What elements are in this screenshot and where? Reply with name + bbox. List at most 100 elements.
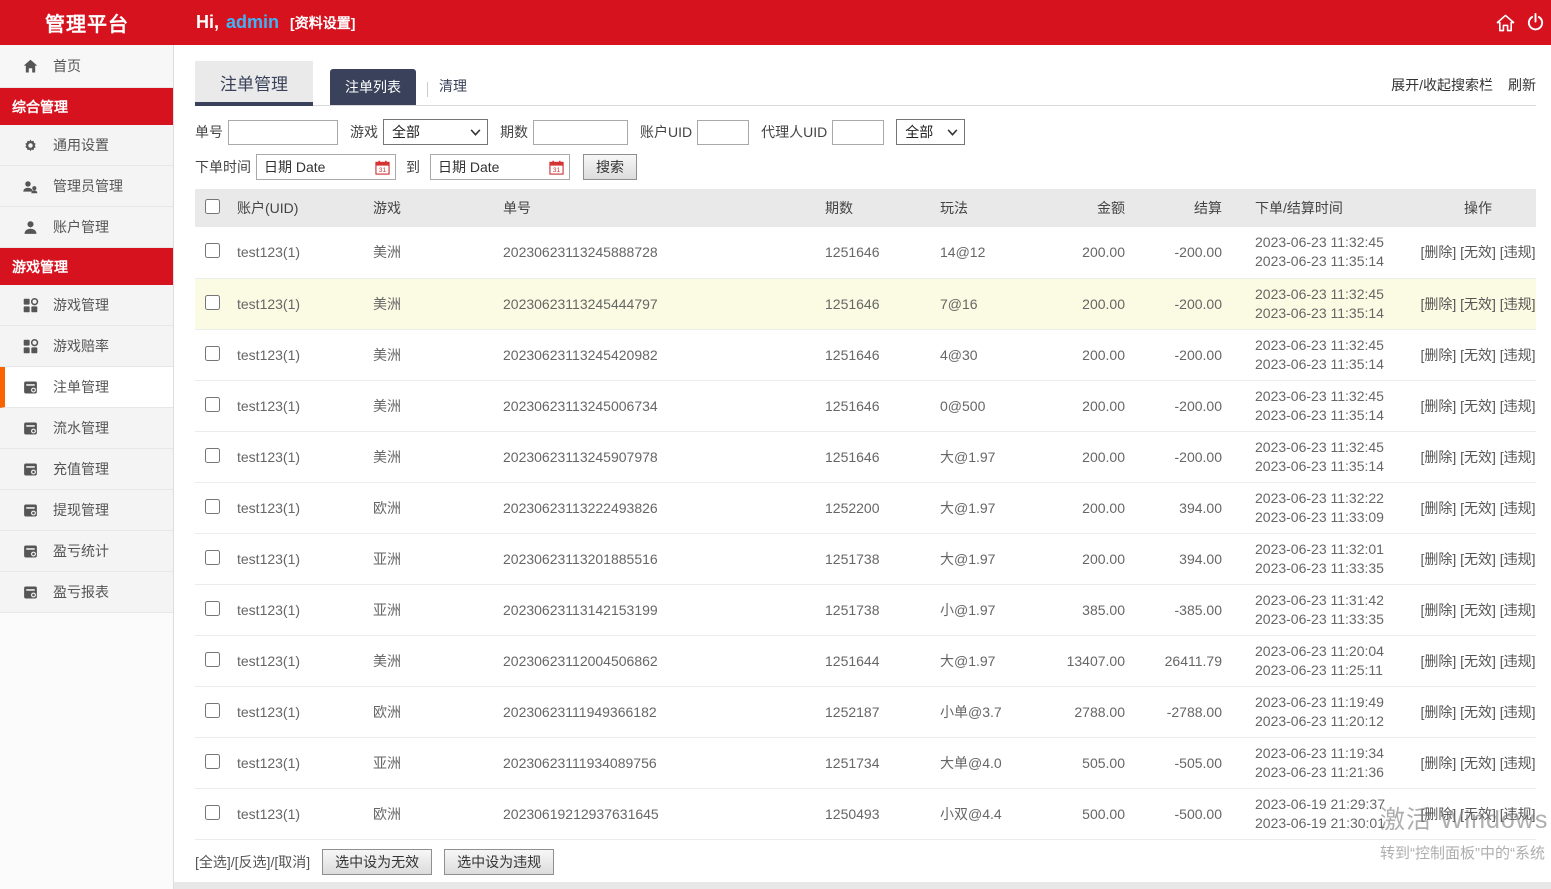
chevron-down-icon	[470, 129, 481, 136]
delete-action-link[interactable]: [删除]	[1420, 244, 1456, 260]
sidebar-item[interactable]: 账户管理	[0, 207, 173, 248]
account-uid-input[interactable]	[697, 120, 749, 145]
row-checkbox[interactable]	[205, 601, 220, 616]
violation-action-link[interactable]: [违规]	[1500, 806, 1536, 822]
sidebar-item[interactable]: 游戏赔率	[0, 326, 173, 367]
row-checkbox[interactable]	[205, 550, 220, 565]
sidebar-item[interactable]: 注单管理	[0, 367, 173, 408]
row-checkbox[interactable]	[205, 397, 220, 412]
actions-cell: [删除] [无效] [违规]	[1420, 431, 1536, 482]
invalid-action-link[interactable]: [无效]	[1460, 244, 1496, 260]
violation-action-link[interactable]: [违规]	[1500, 704, 1536, 720]
sidebar-item[interactable]: 充值管理	[0, 449, 173, 490]
row-checkbox[interactable]	[205, 448, 220, 463]
sidebar-item[interactable]: 提现管理	[0, 490, 173, 531]
ledger-icon	[22, 584, 39, 601]
order-number-cell: 20230623113245444797	[498, 278, 820, 329]
invalid-action-link[interactable]: [无效]	[1460, 296, 1496, 312]
row-checkbox[interactable]	[205, 243, 220, 258]
delete-action-link[interactable]: [删除]	[1420, 551, 1456, 567]
sidebar-section-label: 游戏管理	[12, 257, 68, 277]
period-cell: 1251646	[820, 431, 930, 482]
sidebar-item[interactable]: 首页	[0, 45, 173, 88]
violation-action-link[interactable]: [违规]	[1500, 602, 1536, 618]
sidebar-item[interactable]: 通用设置	[0, 125, 173, 166]
order-number-input[interactable]	[228, 120, 338, 145]
set-violation-button[interactable]: 选中设为违规	[444, 849, 554, 875]
refresh-link[interactable]: 刷新	[1508, 75, 1536, 95]
invalid-action-link[interactable]: [无效]	[1460, 347, 1496, 363]
row-checkbox[interactable]	[205, 499, 220, 514]
date-from-input[interactable]: 日期 Date 31	[256, 154, 396, 180]
row-checkbox[interactable]	[205, 295, 220, 310]
settle-time: 2023-06-23 11:35:14	[1255, 457, 1420, 476]
order-time: 2023-06-23 11:32:45	[1255, 438, 1420, 457]
period-cell: 1251646	[820, 227, 930, 278]
sidebar-item[interactable]: 盈亏报表	[0, 572, 173, 613]
delete-action-link[interactable]: [删除]	[1420, 602, 1456, 618]
invalid-action-link[interactable]: [无效]	[1460, 653, 1496, 669]
violation-action-link[interactable]: [违规]	[1500, 653, 1536, 669]
delete-action-link[interactable]: [删除]	[1420, 500, 1456, 516]
violation-action-link[interactable]: [违规]	[1500, 244, 1536, 260]
sidebar-item[interactable]: 流水管理	[0, 408, 173, 449]
agent-uid-label: 代理人UID	[761, 122, 827, 142]
violation-action-link[interactable]: [违规]	[1500, 755, 1536, 771]
toggle-search-link[interactable]: 展开/收起搜索栏	[1391, 75, 1493, 95]
row-checkbox[interactable]	[205, 754, 220, 769]
violation-action-link[interactable]: [违规]	[1500, 500, 1536, 516]
tab-clean[interactable]: 清理	[439, 76, 467, 105]
game-select[interactable]: 全部	[383, 119, 488, 145]
invalid-action-link[interactable]: [无效]	[1460, 704, 1496, 720]
account-cell: test123(1)	[230, 329, 368, 380]
row-checkbox[interactable]	[205, 652, 220, 667]
sidebar-item[interactable]: 游戏管理	[0, 285, 173, 326]
delete-action-link[interactable]: [删除]	[1420, 347, 1456, 363]
home-icon[interactable]	[1496, 14, 1515, 32]
tab-order-list[interactable]: 注单列表	[330, 69, 416, 105]
sidebar-item[interactable]: 管理员管理	[0, 166, 173, 207]
invalid-action-link[interactable]: [无效]	[1460, 755, 1496, 771]
violation-action-link[interactable]: [违规]	[1500, 449, 1536, 465]
power-logout-icon[interactable]	[1526, 13, 1545, 32]
delete-action-link[interactable]: [删除]	[1420, 755, 1456, 771]
order-number-cell: 20230623113245006734	[498, 380, 820, 431]
sidebar-item-label: 注单管理	[53, 377, 109, 397]
sidebar-item[interactable]: 盈亏统计	[0, 531, 173, 572]
account-uid-label: 账户UID	[640, 122, 692, 142]
select-all-checkbox[interactable]	[205, 199, 220, 214]
invalid-action-link[interactable]: [无效]	[1460, 806, 1496, 822]
delete-action-link[interactable]: [删除]	[1420, 653, 1456, 669]
violation-action-link[interactable]: [违规]	[1500, 398, 1536, 414]
delete-action-link[interactable]: [删除]	[1420, 806, 1456, 822]
account-cell: test123(1)	[230, 533, 368, 584]
delete-action-link[interactable]: [删除]	[1420, 704, 1456, 720]
order-time: 2023-06-23 11:19:34	[1255, 744, 1420, 763]
invalid-action-link[interactable]: [无效]	[1460, 398, 1496, 414]
period-cell: 1251646	[820, 380, 930, 431]
violation-action-link[interactable]: [违规]	[1500, 296, 1536, 312]
row-checkbox[interactable]	[205, 703, 220, 718]
col-settle: 结算	[1125, 189, 1222, 227]
invalid-action-link[interactable]: [无效]	[1460, 449, 1496, 465]
agent-uid-input[interactable]	[832, 120, 884, 145]
search-button[interactable]: 搜索	[583, 154, 637, 180]
settle-cell: -2788.00	[1125, 686, 1222, 737]
set-invalid-button[interactable]: 选中设为无效	[322, 849, 432, 875]
period-input[interactable]	[533, 120, 628, 145]
violation-action-link[interactable]: [违规]	[1500, 551, 1536, 567]
invalid-action-link[interactable]: [无效]	[1460, 551, 1496, 567]
row-checkbox[interactable]	[205, 805, 220, 820]
invalid-action-link[interactable]: [无效]	[1460, 602, 1496, 618]
status-select[interactable]: 全部	[896, 119, 965, 145]
select-all-invert-cancel-links[interactable]: [全选]/[反选]/[取消]	[195, 852, 310, 872]
delete-action-link[interactable]: [删除]	[1420, 296, 1456, 312]
violation-action-link[interactable]: [违规]	[1500, 347, 1536, 363]
invalid-action-link[interactable]: [无效]	[1460, 500, 1496, 516]
delete-action-link[interactable]: [删除]	[1420, 398, 1456, 414]
date-to-input[interactable]: 日期 Date 31	[430, 154, 570, 180]
delete-action-link[interactable]: [删除]	[1420, 449, 1456, 465]
profile-settings-link[interactable]: [资料设置]	[290, 13, 355, 33]
account-cell: test123(1)	[230, 686, 368, 737]
row-checkbox[interactable]	[205, 346, 220, 361]
